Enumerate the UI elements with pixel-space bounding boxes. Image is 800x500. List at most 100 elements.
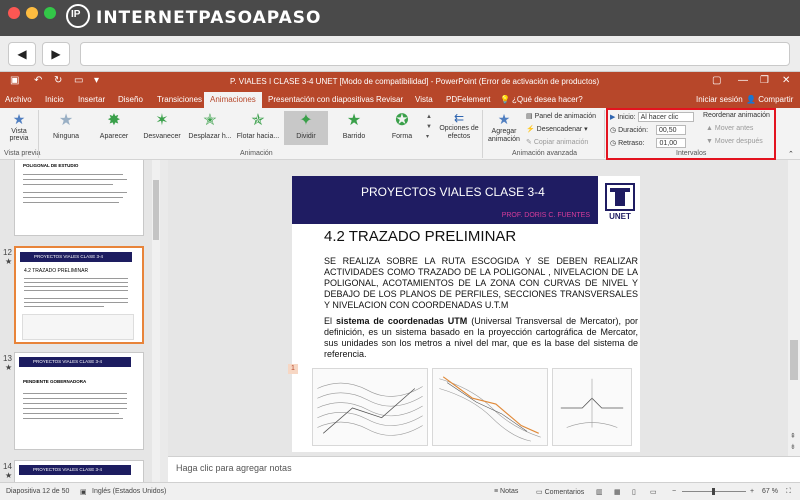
save-icon[interactable]: ▣ xyxy=(10,75,19,86)
back-button[interactable]: ◀ xyxy=(8,42,36,66)
tab-revisar[interactable]: Revisar xyxy=(376,95,403,104)
animation-marker-icon: ★ xyxy=(5,257,13,266)
slide-sorter-icon[interactable]: ▦ xyxy=(614,488,621,496)
zoom-out-icon[interactable]: − xyxy=(672,488,676,495)
effect-options-button[interactable]: ⇇ Opciones de efectos xyxy=(438,111,480,141)
animation-order-badge[interactable]: 1 xyxy=(288,364,298,374)
anim-desplazar[interactable]: ✭ Desplazar h... xyxy=(188,111,232,140)
window-title: P. VIALES I CLASE 3-4 UNET [Modo de comp… xyxy=(230,77,600,86)
collapse-ribbon-icon[interactable]: ⌃ xyxy=(788,150,794,158)
anim-dividir[interactable]: ✦ Dividir xyxy=(284,111,328,145)
add-animation-button[interactable]: ★ Agregar animación xyxy=(486,111,522,144)
slideshow-view-icon[interactable]: ▭ xyxy=(650,488,657,496)
anim-desvanecer[interactable]: ✶ Desvanecer xyxy=(140,111,184,140)
normal-view-icon[interactable]: ▥ xyxy=(596,488,603,496)
group-label-preview: Vista previa xyxy=(4,150,41,157)
prev-slide-icon[interactable]: ⇞ xyxy=(790,432,796,440)
lightbulb-icon: 💡 xyxy=(500,95,510,104)
trigger-button[interactable]: ⚡ Desencadenar ▾ xyxy=(526,125,588,133)
notes-pane[interactable]: Haga clic para agregar notas xyxy=(168,456,800,482)
site-logo-text: INTERNETPASOAPASO xyxy=(96,8,322,28)
tab-transiciones[interactable]: Transiciones xyxy=(157,95,202,104)
tell-me-search[interactable]: ¿Qué desea hacer? xyxy=(512,95,583,104)
anim-aparecer[interactable]: ✸ Aparecer xyxy=(92,111,136,140)
slide-count: Diapositiva 12 de 50 xyxy=(6,488,70,495)
copy-animation-button[interactable]: ✎ Copiar animación xyxy=(526,138,588,146)
zoom-level[interactable]: 67 % xyxy=(762,488,778,495)
tab-inicio[interactable]: Inicio xyxy=(45,95,64,104)
add-animation-star-icon: ★ xyxy=(497,111,511,127)
tab-archivo[interactable]: Archivo xyxy=(5,95,32,104)
slide-author[interactable]: PROF. DORIS C. FUENTES xyxy=(502,212,590,219)
anim-barrido[interactable]: ★ Barrido xyxy=(332,111,376,140)
brush-icon: ✎ xyxy=(526,139,532,146)
thumbnail-12[interactable]: PROYECTOS VIALES CLASE 3-4 4.2 TRAZADO P… xyxy=(14,246,144,344)
zoom-thumb[interactable] xyxy=(712,488,715,495)
separator xyxy=(604,110,605,158)
star-shape-icon: ✪ xyxy=(395,112,409,129)
ribbon-options-icon[interactable]: ▢ xyxy=(712,75,721,86)
thumbnail-14[interactable]: PROYECTOS VIALES CLASE 3-4 xyxy=(14,460,144,482)
minimize-window-icon[interactable] xyxy=(26,7,38,19)
zoom-in-icon[interactable]: + xyxy=(750,488,754,495)
undo-icon[interactable]: ↶ xyxy=(34,75,42,86)
comment-icon: ▭ xyxy=(536,489,543,496)
tab-presentacion[interactable]: Presentación con diapositivas xyxy=(268,95,374,104)
fit-slide-icon[interactable]: ⛶ xyxy=(786,488,791,496)
animation-pane-button[interactable]: ▤ Panel de animación xyxy=(526,112,596,120)
share-button[interactable]: 👤 Compartir xyxy=(746,95,793,104)
arrow-left-icon: ◀ xyxy=(17,47,27,61)
slide-paragraph-1[interactable]: SE REALIZA SOBRE LA RUTA ESCOGIDA Y SE D… xyxy=(324,256,638,311)
tab-diseno[interactable]: Diseño xyxy=(118,95,143,104)
separator xyxy=(482,110,483,158)
current-slide[interactable]: PROYECTOS VIALES CLASE 3-4 PROF. DORIS C… xyxy=(292,176,640,452)
language-status[interactable]: Inglés (Estados Unidos) xyxy=(92,488,166,495)
notes-placeholder[interactable]: Haga clic para agregar notas xyxy=(176,463,292,473)
anim-forma[interactable]: ✪ Forma xyxy=(380,111,424,140)
signin-link[interactable]: Iniciar sesión xyxy=(696,95,743,104)
slide-section-title[interactable]: 4.2 TRAZADO PRELIMINAR xyxy=(324,228,516,245)
tab-pdfelement[interactable]: PDFelement xyxy=(446,95,490,104)
reading-view-icon[interactable]: ▯ xyxy=(632,488,636,496)
slide-number-12: 12 xyxy=(3,248,12,257)
lightning-icon: ⚡ xyxy=(526,126,535,133)
maximize-window-icon[interactable] xyxy=(44,7,56,19)
address-bar[interactable] xyxy=(80,42,790,66)
comments-toggle[interactable]: ▭ Comentarios xyxy=(536,488,584,496)
slide-scrollbar[interactable]: ⇞ ⇟ xyxy=(788,160,800,456)
site-logo-icon: IP xyxy=(66,4,90,28)
notes-toggle[interactable]: ≡ Notas xyxy=(494,488,518,495)
thumbnail-13[interactable]: PROYECTOS VIALES CLASE 3-4 PENDIENTE GOB… xyxy=(14,352,144,450)
slide-title[interactable]: PROYECTOS VIALES CLASE 3-4 xyxy=(361,185,545,199)
preview-button[interactable]: ★ Vista previa xyxy=(6,111,32,142)
anim-ninguna[interactable]: ★ Ninguna xyxy=(44,111,88,140)
forward-button[interactable]: ▶ xyxy=(42,42,70,66)
tab-insertar[interactable]: Insertar xyxy=(78,95,105,104)
animation-marker-icon: ★ xyxy=(5,363,13,372)
anim-flotar[interactable]: ✯ Flotar hacia... xyxy=(236,111,280,140)
restore-icon[interactable]: ❐ xyxy=(760,75,769,86)
person-icon: 👤 xyxy=(746,95,756,104)
spellcheck-icon[interactable]: ▣ xyxy=(80,488,87,496)
thumbnail-11[interactable]: POLIGONAL DE ESTUDIO xyxy=(14,160,144,236)
redo-icon[interactable]: ↻ xyxy=(54,75,62,86)
star-preview-icon: ★ xyxy=(12,111,26,127)
customize-qat-icon[interactable]: ▾ xyxy=(94,75,99,86)
browser-navbar: ◀ ▶ xyxy=(0,36,800,72)
star-wipe-icon: ★ xyxy=(346,112,362,129)
thumbnails-scrollbar[interactable] xyxy=(152,160,160,482)
close-window-icon[interactable] xyxy=(8,7,20,19)
zoom-slider[interactable] xyxy=(682,488,746,495)
slide-banner: PROYECTOS VIALES CLASE 3-4 PROF. DORIS C… xyxy=(292,176,598,224)
next-slide-icon[interactable]: ⇟ xyxy=(790,443,796,451)
slide-paragraph-2[interactable]: El sistema de coordenadas UTM (Universal… xyxy=(324,316,638,360)
contour-map-drawing xyxy=(312,368,428,446)
start-slideshow-icon[interactable]: ▭ xyxy=(74,75,83,86)
close-icon[interactable]: ✕ xyxy=(782,75,790,86)
tab-vista[interactable]: Vista xyxy=(415,95,433,104)
gallery-scroll[interactable]: ▲ ▼ ▾ xyxy=(426,112,434,144)
minimize-icon[interactable]: — xyxy=(738,75,748,86)
tab-animaciones[interactable]: Animaciones xyxy=(204,92,262,108)
notes-icon: ≡ xyxy=(494,488,499,495)
route-survey-drawing xyxy=(432,368,548,446)
